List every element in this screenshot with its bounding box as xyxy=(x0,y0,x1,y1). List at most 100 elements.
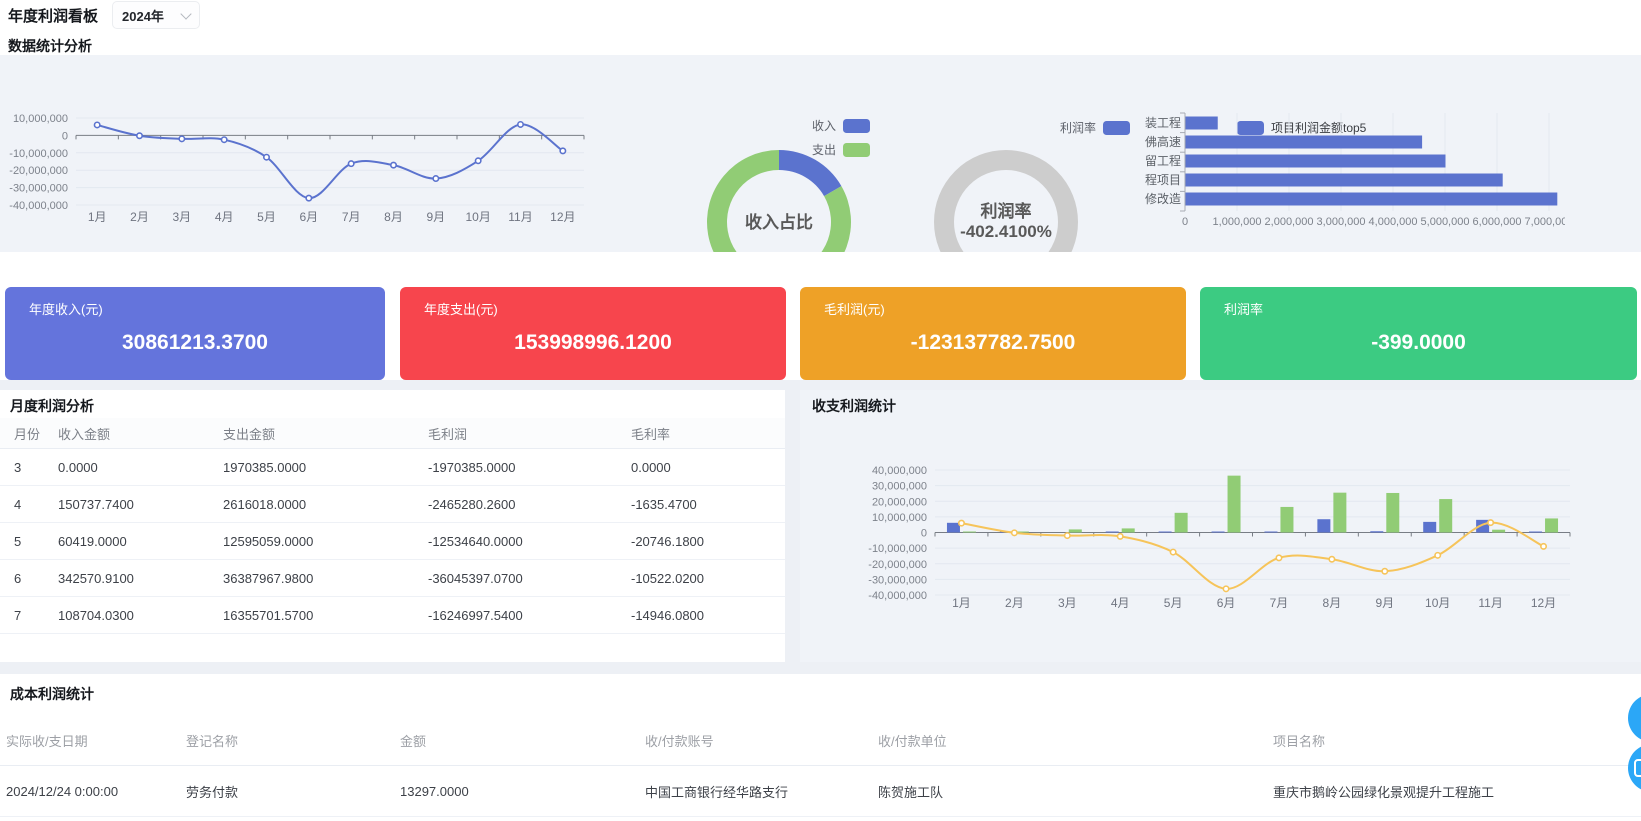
svg-text:-10,000,000: -10,000,000 xyxy=(868,543,927,555)
stats-panel: 10,000,0000-10,000,000-20,000,000-30,000… xyxy=(0,55,1641,252)
table-cell: 4 xyxy=(0,486,44,523)
svg-text:5月: 5月 xyxy=(1164,596,1183,610)
profit-rate-legend: 利润率 xyxy=(1060,119,1130,136)
svg-text:8月: 8月 xyxy=(1323,596,1342,610)
monthly-profit-panel: 月度利润分析 月份收入金额支出金额毛利润毛利率30.00001970385.00… xyxy=(0,390,785,662)
column-header: 月份 xyxy=(0,418,44,449)
legend-item-profit-rate[interactable]: 利润率 xyxy=(1060,119,1130,136)
table-row[interactable]: 30.00001970385.0000-1970385.00000.0000 xyxy=(0,449,785,486)
divider xyxy=(0,662,1641,674)
svg-text:11月: 11月 xyxy=(508,210,532,224)
svg-text:-402.4100%: -402.4100% xyxy=(960,222,1052,241)
svg-text:1,000,000: 1,000,000 xyxy=(1213,216,1262,228)
table-cell: 劳务付款 xyxy=(180,766,394,817)
svg-text:20,000,000: 20,000,000 xyxy=(872,496,927,508)
section-title-flow: 收支利润统计 xyxy=(812,396,896,416)
svg-text:4,000,000: 4,000,000 xyxy=(1369,216,1418,228)
table-cell: 0.0000 xyxy=(617,449,785,486)
table-cell: 36387967.9800 xyxy=(209,560,414,597)
table-cell: 60419.0000 xyxy=(44,523,209,560)
svg-text:2月: 2月 xyxy=(130,210,149,224)
svg-text:10,000,000: 10,000,000 xyxy=(13,113,68,125)
column-header: 金额 xyxy=(394,715,639,766)
svg-text:7,000,000: 7,000,000 xyxy=(1525,216,1565,228)
svg-text:3,000,000: 3,000,000 xyxy=(1317,216,1366,228)
table-cell: 3 xyxy=(0,449,44,486)
project-top5-bar-chart[interactable]: 0 1,000,0002,000,0003,000,0004,000,0005,0… xyxy=(1137,65,1565,252)
svg-text:-40,000,000: -40,000,000 xyxy=(9,200,68,212)
column-header: 实际收/支日期 xyxy=(0,715,180,766)
svg-text:0: 0 xyxy=(1182,216,1188,228)
table-cell: -20746.1800 xyxy=(617,523,785,560)
svg-text:6,000,000: 6,000,000 xyxy=(1473,216,1522,228)
table-row[interactable]: 7108704.030016355701.5700-16246997.5400-… xyxy=(0,597,785,634)
svg-text:装工程: 装工程 xyxy=(1145,115,1181,130)
table-cell: 2024/12/24 0:00:00 xyxy=(0,766,180,817)
year-select-value: 2024年 xyxy=(122,6,164,25)
card-annual-expense: 年度支出(元) 153998996.1200 xyxy=(400,287,786,380)
svg-text:12月: 12月 xyxy=(1531,596,1556,610)
income-expense-combo-chart[interactable]: 40,000,00030,000,00020,000,00010,000,000… xyxy=(800,430,1641,630)
card-value: 153998996.1200 xyxy=(400,331,786,355)
svg-text:-20,000,000: -20,000,000 xyxy=(868,559,927,571)
column-header: 收入金额 xyxy=(44,418,209,449)
table-row[interactable]: 560419.000012595059.0000-12534640.0000-2… xyxy=(0,523,785,560)
column-header: 收/付款单位 xyxy=(872,715,1267,766)
svg-text:利润率: 利润率 xyxy=(981,201,1032,221)
svg-text:收入占比: 收入占比 xyxy=(745,212,813,232)
card-gross-profit: 毛利润(元) -123137782.7500 xyxy=(800,287,1186,380)
table-cell: 陈贺施工队 xyxy=(872,766,1267,817)
table-header-row: 实际收/支日期登记名称金额收/付款账号收/付款单位项目名称 xyxy=(0,715,1641,766)
svg-text:4月: 4月 xyxy=(1111,596,1130,610)
card-label: 毛利润(元) xyxy=(824,299,885,318)
table-cell: 0.0000 xyxy=(44,449,209,486)
svg-text:8月: 8月 xyxy=(384,210,403,224)
svg-text:7月: 7月 xyxy=(1270,596,1289,610)
table-row[interactable]: 2024/12/24 0:00:00劳务付款13297.0000中国工商银行经华… xyxy=(0,766,1641,817)
table-row[interactable]: 4150737.74002616018.0000-2465280.2600-16… xyxy=(0,486,785,523)
monthly-profit-line-chart[interactable]: 10,000,0000-10,000,000-20,000,000-30,000… xyxy=(0,55,648,252)
card-profit-rate: 利润率 -399.0000 xyxy=(1200,287,1637,380)
svg-text:12月: 12月 xyxy=(550,210,575,224)
income-ratio-donut-chart[interactable]: 收入占比 xyxy=(694,137,864,252)
column-header: 项目名称 xyxy=(1267,715,1641,766)
table-cell: -10522.0200 xyxy=(617,560,785,597)
income-expense-panel: 收支利润统计 40,000,00030,000,00020,000,00010,… xyxy=(800,390,1641,662)
profit-rate-donut-chart[interactable]: 利润率-402.4100% xyxy=(921,137,1091,252)
svg-text:0: 0 xyxy=(921,528,927,540)
svg-text:修改造: 修改造 xyxy=(1145,191,1181,206)
table-cell: 13297.0000 xyxy=(394,766,639,817)
svg-text:6月: 6月 xyxy=(1217,596,1236,610)
year-select[interactable]: 2024年 xyxy=(112,1,200,29)
svg-text:30,000,000: 30,000,000 xyxy=(872,481,927,493)
table-cell: 342570.9100 xyxy=(44,560,209,597)
table-cell: 108704.0300 xyxy=(44,597,209,634)
table-cell: 2616018.0000 xyxy=(209,486,414,523)
legend-swatch-income xyxy=(843,119,870,133)
svg-text:4月: 4月 xyxy=(215,210,234,224)
table-cell: 12595059.0000 xyxy=(209,523,414,560)
cost-profit-table: 实际收/支日期登记名称金额收/付款账号收/付款单位项目名称2024/12/24 … xyxy=(0,715,1641,817)
svg-text:5,000,000: 5,000,000 xyxy=(1421,216,1470,228)
svg-text:5月: 5月 xyxy=(257,210,276,224)
card-annual-income: 年度收入(元) 30861213.3700 xyxy=(5,287,385,380)
svg-text:11月: 11月 xyxy=(1478,596,1502,610)
table-cell: -1635.4700 xyxy=(617,486,785,523)
svg-text:-10,000,000: -10,000,000 xyxy=(9,148,68,160)
column-header: 收/付款账号 xyxy=(639,715,872,766)
card-label: 利润率 xyxy=(1224,299,1263,318)
card-label: 年度收入(元) xyxy=(29,299,103,318)
legend-item-income[interactable]: 收入 xyxy=(812,117,870,134)
card-value: 30861213.3700 xyxy=(5,331,385,355)
table-cell: 150737.7400 xyxy=(44,486,209,523)
table-header-row: 月份收入金额支出金额毛利润毛利率 xyxy=(0,418,785,449)
table-cell: -2465280.2600 xyxy=(414,486,617,523)
svg-text:2,000,000: 2,000,000 xyxy=(1265,216,1314,228)
card-value: -123137782.7500 xyxy=(800,331,1186,355)
page-title: 年度利润看板 xyxy=(8,5,98,26)
svg-text:6月: 6月 xyxy=(299,210,318,224)
table-cell: -1970385.0000 xyxy=(414,449,617,486)
table-row[interactable]: 6342570.910036387967.9800-36045397.0700-… xyxy=(0,560,785,597)
table-cell: 中国工商银行经华路支行 xyxy=(639,766,872,817)
svg-text:9月: 9月 xyxy=(426,210,445,224)
